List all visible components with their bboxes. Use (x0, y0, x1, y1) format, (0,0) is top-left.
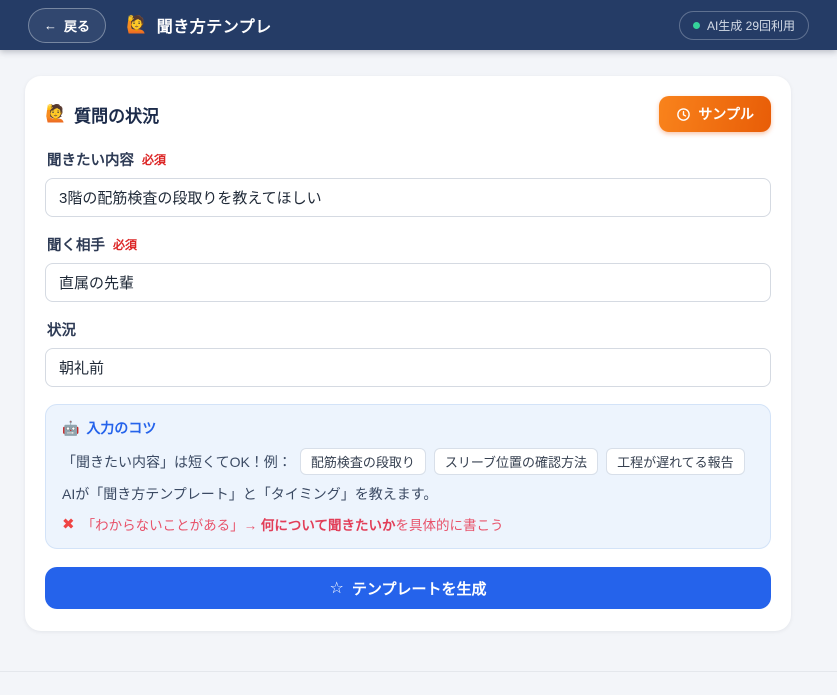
tips-explanation: AIが「聞き方テンプレート」と「タイミング」を教えます。 (62, 484, 754, 504)
warning-bold: 何について聞きたいか (261, 518, 396, 533)
sample-button-label: サンプル (698, 104, 754, 124)
example-chip: 配筋検査の段取り (300, 448, 426, 475)
tips-warning: ✖ 「わからないことがある」→ 何について聞きたいかを具体的に書こう (62, 514, 754, 534)
clock-icon (676, 107, 691, 122)
footer: ※AI生成の内容は参考情報です。安全に関わる判断は必ず有資格者にご確認ください。 (0, 671, 837, 695)
tips-examples-prefix: 「聞きたい内容」は短くてOK！例： (62, 452, 292, 472)
generate-template-button[interactable]: ☆ テンプレートを生成 (45, 567, 771, 609)
page-title: 聞き方テンプレ (157, 13, 272, 37)
app-title: 🙋 聞き方テンプレ (126, 13, 272, 37)
question-form-card: 🙋 質問の状況 サンプル 聞きたい内容 必須 聞く相手 必須 状況 🤖 入力のコ… (25, 76, 791, 631)
ai-usage-label: AI生成 29回利用 (707, 17, 795, 34)
card-title: 🙋 質問の状況 (45, 102, 159, 127)
topic-input[interactable] (45, 178, 771, 217)
back-button-label: 戻る (64, 16, 90, 35)
raising-hand-icon: 🙋 (126, 15, 148, 35)
top-bar: ← 戻る 🙋 聞き方テンプレ AI生成 29回利用 (0, 0, 837, 50)
warning-pre: 「わからないことがある」→ (82, 518, 261, 533)
cross-icon: ✖ (62, 515, 75, 533)
ai-usage-badge: AI生成 29回利用 (679, 11, 809, 40)
field-label-person: 聞く相手 必須 (47, 234, 769, 255)
raising-hand-icon: 🙋 (45, 104, 66, 124)
person-input[interactable] (45, 263, 771, 302)
status-dot-icon (693, 22, 700, 29)
sample-button[interactable]: サンプル (659, 96, 771, 132)
back-arrow-icon: ← (44, 19, 57, 32)
field-label-topic: 聞きたい内容 必須 (47, 149, 769, 170)
robot-icon: 🤖 (62, 420, 79, 437)
situation-input[interactable] (45, 348, 771, 387)
field-label-situation: 状況 (47, 319, 769, 340)
example-chip: 工程が遅れてる報告 (606, 448, 745, 475)
tips-title-text: 入力のコツ (86, 418, 156, 438)
field-label-text: 状況 (47, 319, 76, 340)
back-button[interactable]: ← 戻る (28, 8, 106, 43)
tips-title: 🤖 入力のコツ (62, 418, 754, 438)
required-badge: 必須 (142, 151, 166, 168)
field-label-text: 聞きたい内容 (47, 149, 134, 170)
card-header: 🙋 質問の状況 サンプル (45, 96, 771, 132)
tips-examples-line: 「聞きたい内容」は短くてOK！例： 配筋検査の段取り スリーブ位置の確認方法 工… (62, 448, 754, 475)
generate-button-label: テンプレートを生成 (352, 578, 487, 599)
star-icon: ☆ (330, 578, 344, 598)
field-label-text: 聞く相手 (47, 234, 105, 255)
warning-post: を具体的に書こう (395, 518, 503, 533)
example-chip: スリーブ位置の確認方法 (434, 448, 598, 475)
input-tips-box: 🤖 入力のコツ 「聞きたい内容」は短くてOK！例： 配筋検査の段取り スリーブ位… (45, 404, 771, 549)
tips-warning-text: 「わからないことがある」→ 何について聞きたいかを具体的に書こう (82, 514, 504, 534)
required-badge: 必須 (113, 236, 137, 253)
card-heading: 質問の状況 (74, 102, 159, 127)
